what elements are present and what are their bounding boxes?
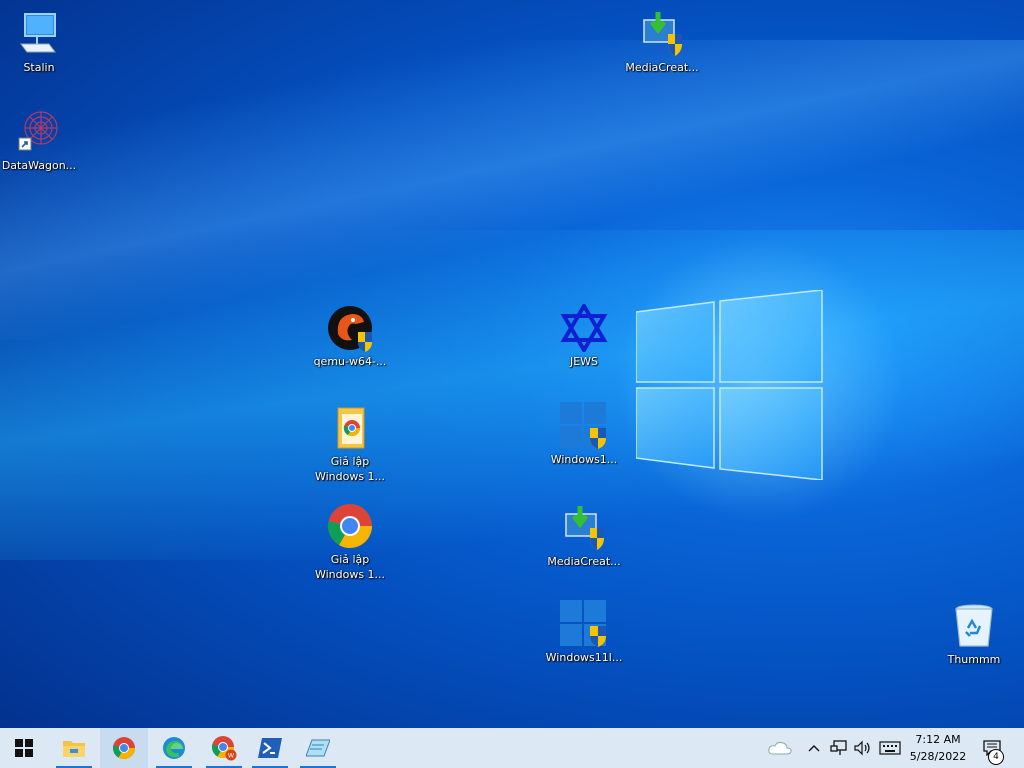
computer-icon	[15, 10, 63, 58]
desktop-icon-windows11[interactable]: Windows11l...	[540, 600, 628, 665]
desktop-icon-label: Thummm	[947, 653, 1001, 666]
chevron-up-icon	[808, 745, 820, 752]
file-explorer-icon	[63, 741, 85, 757]
media-creation-tool-icon	[560, 504, 608, 552]
tray-overflow-button[interactable]	[804, 728, 824, 768]
desktop-icon-qemu[interactable]: qemu-w64-...	[306, 304, 394, 369]
desktop-icon-label: Giả lập Windows 1...	[314, 553, 386, 581]
tray-volume[interactable]	[852, 728, 874, 768]
desktop-icon-datawagon[interactable]: DataWagon...	[0, 108, 83, 173]
recycle-bin-icon	[950, 602, 998, 650]
windows-logo-wallpaper	[636, 290, 823, 480]
desktop-icon-gialap-folder[interactable]: Giả lập Windows 1...	[306, 404, 394, 484]
desktop-icon-recycle-bin[interactable]: Thummm	[930, 602, 1018, 667]
taskbar-file-explorer[interactable]	[50, 728, 98, 768]
desktop-icon-label: DataWagon...	[1, 159, 77, 172]
clock-time: 7:12 AM	[915, 733, 961, 746]
desktop-icon-label: Windows1...	[550, 453, 618, 466]
notepad-icon	[306, 739, 330, 757]
svg-text:W: W	[228, 753, 235, 760]
taskbar-notepad[interactable]	[294, 728, 342, 768]
taskbar: W 7:12 AM 5/28/2022	[0, 728, 1024, 768]
folder-icon	[326, 404, 374, 452]
taskbar-powershell[interactable]	[246, 728, 294, 768]
desktop-icon-mediacreation-top[interactable]: MediaCreat...	[618, 10, 706, 75]
tray-network[interactable]	[828, 728, 850, 768]
start-icon	[15, 739, 33, 757]
network-icon	[830, 740, 847, 755]
chrome-icon	[326, 502, 374, 550]
datawagon-app-icon	[15, 108, 63, 156]
taskbar-chrome-profile[interactable]: W	[200, 728, 248, 768]
windows-installer-icon	[560, 600, 608, 648]
start-button[interactable]	[0, 728, 48, 768]
desktop-icon-label: Stalin	[23, 61, 55, 74]
qemu-icon	[326, 304, 374, 352]
desktop-icon-jews[interactable]: JEWS	[540, 302, 628, 369]
tray-onedrive[interactable]	[764, 728, 796, 768]
desktop-icon-label: qemu-w64-...	[313, 355, 387, 368]
desktop-icon-stalin[interactable]: Stalin	[0, 10, 83, 75]
star-of-david-icon	[560, 302, 608, 354]
desktop-icon-mediacreation-mid[interactable]: MediaCreat...	[540, 504, 628, 569]
media-creation-tool-icon	[638, 10, 686, 58]
clock-date: 5/28/2022	[909, 750, 967, 763]
edge-icon	[163, 737, 185, 759]
chrome-profile-icon: W	[211, 736, 237, 761]
taskbar-chrome[interactable]	[100, 728, 148, 768]
desktop-icon-label: Giả lập Windows 1...	[314, 455, 386, 483]
onedrive-icon	[768, 741, 792, 755]
desktop-icon-label: MediaCreat...	[625, 61, 699, 74]
clock[interactable]: 7:12 AM 5/28/2022	[900, 731, 976, 765]
desktop-icon-label: JEWS	[569, 355, 599, 368]
notification-count-badge: 4	[988, 749, 1004, 765]
volume-icon	[854, 740, 870, 756]
powershell-icon	[258, 738, 282, 758]
taskbar-edge[interactable]	[150, 728, 198, 768]
keyboard-icon	[879, 741, 901, 755]
desktop-icon-label: Windows11l...	[545, 651, 623, 664]
desktop-icon-gialap-chrome[interactable]: Giả lập Windows 1...	[306, 502, 394, 582]
desktop-icon-label: MediaCreat...	[547, 555, 621, 568]
windows-installer-icon	[560, 402, 608, 450]
desktop-icon-windows1[interactable]: Windows1...	[540, 402, 628, 467]
chrome-icon	[112, 737, 135, 759]
